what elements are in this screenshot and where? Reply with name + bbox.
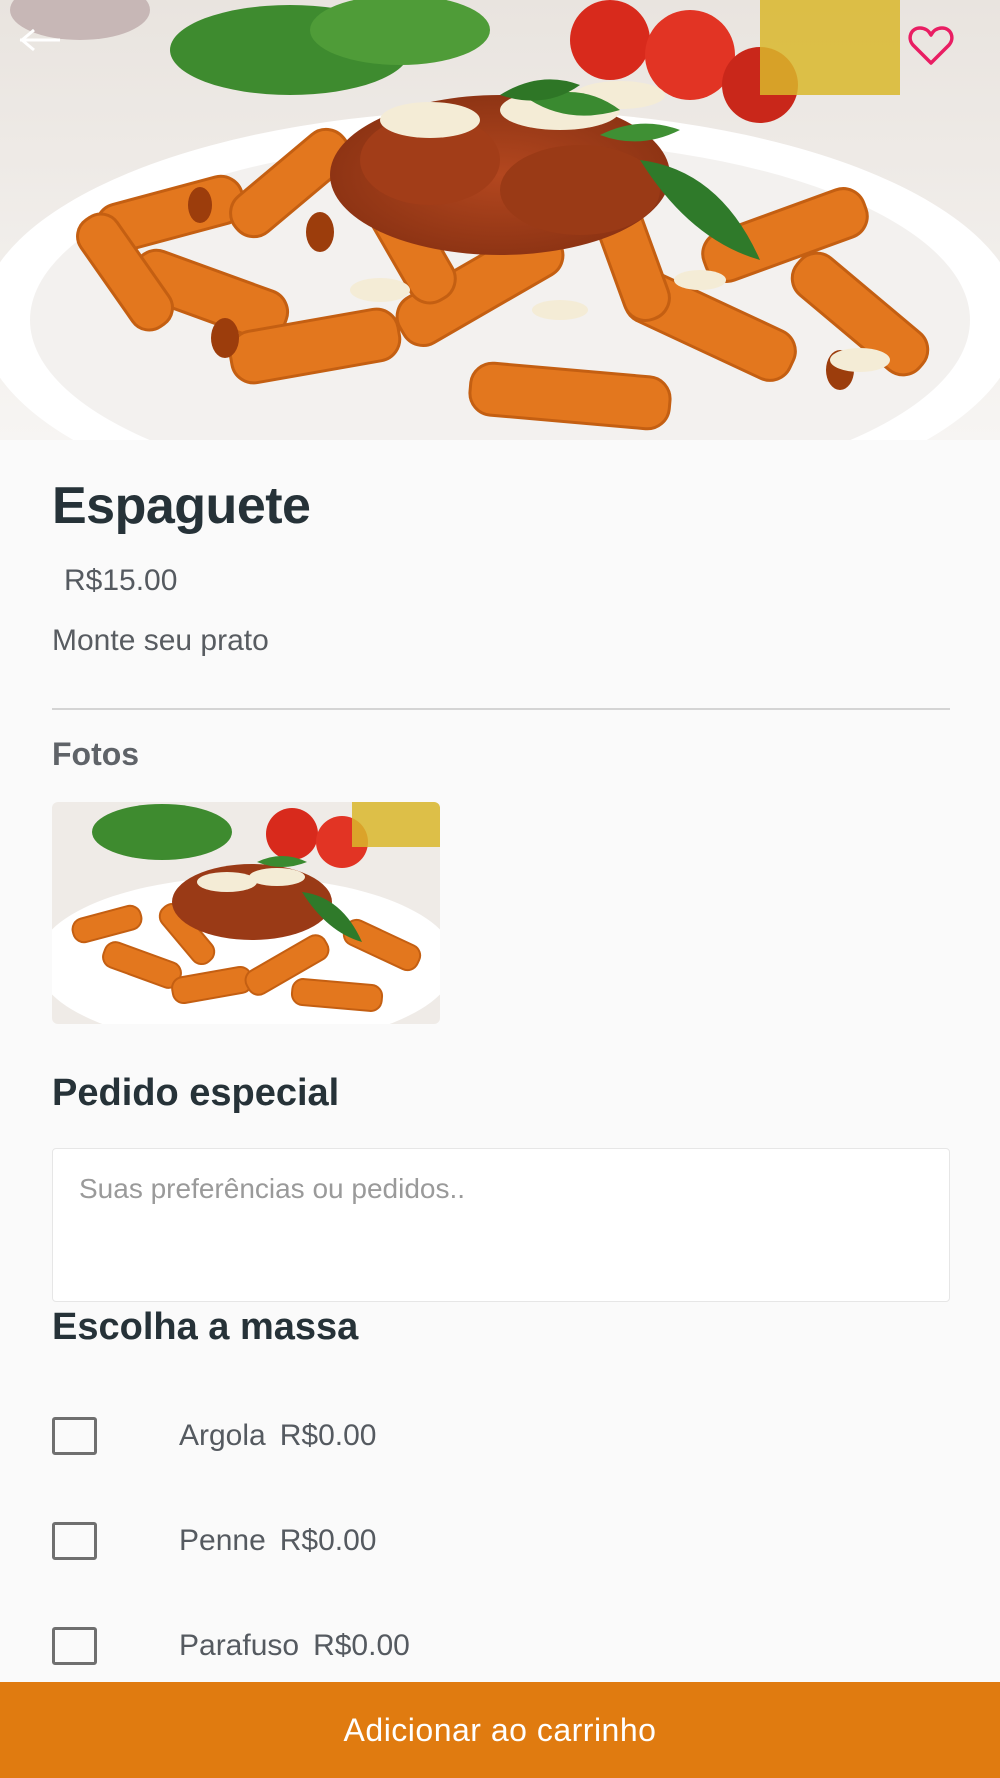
option-price: R$0.00 xyxy=(279,1524,377,1557)
pasta-dish-photo xyxy=(0,0,1000,440)
back-button[interactable] xyxy=(18,28,98,76)
option-label: Argola xyxy=(179,1419,266,1452)
hero-image xyxy=(0,0,1000,440)
screen: Espaguete R$15.00 Monte seu prato Fotos xyxy=(0,0,1000,1778)
photos-section-title: Fotos xyxy=(52,736,140,772)
product-name: Espaguete xyxy=(52,477,311,535)
option-label: Parafuso xyxy=(179,1629,300,1662)
product-detail-screen: Espaguete R$15.00 Monte seu prato Fotos xyxy=(0,0,1000,1778)
option-label: Penne xyxy=(179,1524,266,1557)
add-to-cart-button[interactable]: Adicionar ao carrinho xyxy=(0,1682,1000,1778)
option-checkbox[interactable] xyxy=(52,1417,97,1455)
pasta-option-argola[interactable]: Argola R$0.00 xyxy=(52,1406,950,1466)
option-price: R$0.00 xyxy=(279,1419,377,1452)
divider xyxy=(52,708,950,710)
product-description: Monte seu prato xyxy=(52,624,269,657)
option-price: R$0.00 xyxy=(313,1629,410,1662)
photo-thumbnail[interactable] xyxy=(52,802,440,1024)
heart-outline-icon xyxy=(908,26,954,65)
special-request-title: Pedido especial xyxy=(52,1072,340,1114)
special-request-input[interactable] xyxy=(52,1148,950,1302)
pasta-option-parafuso[interactable]: Parafuso R$0.00 xyxy=(52,1616,950,1676)
arrow-left-icon xyxy=(19,28,60,52)
pasta-thumbnail-image xyxy=(52,802,440,1024)
pasta-choice-title: Escolha a massa xyxy=(52,1306,359,1348)
product-price: R$15.00 xyxy=(64,564,178,597)
favorite-button[interactable] xyxy=(908,26,968,78)
pasta-option-penne[interactable]: Penne R$0.00 xyxy=(52,1511,950,1571)
option-checkbox[interactable] xyxy=(52,1627,97,1665)
option-checkbox[interactable] xyxy=(52,1522,97,1560)
